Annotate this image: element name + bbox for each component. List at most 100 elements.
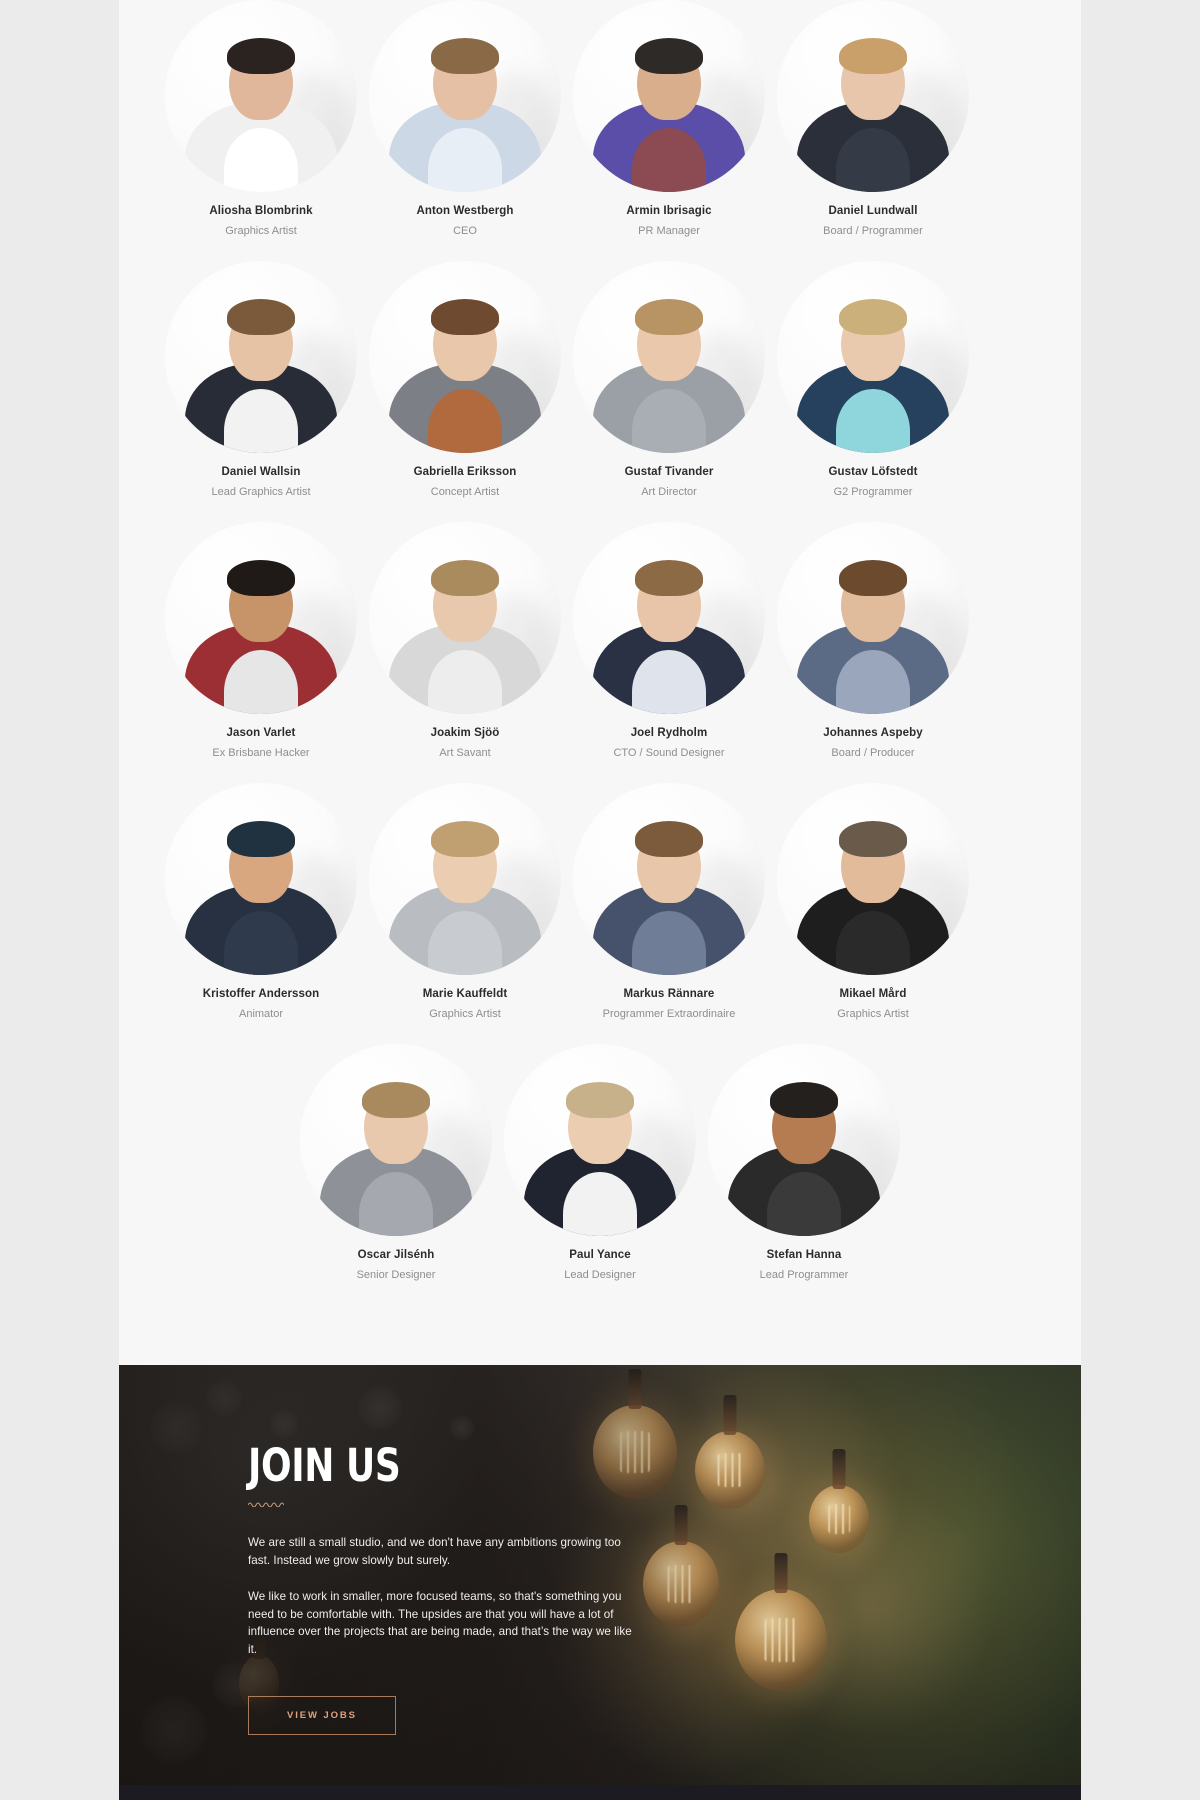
avatar-photo xyxy=(369,0,561,192)
member-role: Lead Designer xyxy=(564,1269,636,1281)
member-role: G2 Programmer xyxy=(833,486,913,498)
avatar xyxy=(369,783,561,975)
member-name: Oscar Jilsénh xyxy=(357,1249,435,1261)
avatar xyxy=(777,522,969,714)
member-role: Senior Designer xyxy=(356,1269,436,1281)
avatar xyxy=(165,261,357,453)
team-member-card[interactable]: Anton Westbergh CEO xyxy=(369,0,561,239)
member-name: Daniel Lundwall xyxy=(828,205,918,217)
site-footer: GAMESBLOGCULTUREJOBSSUPPORTSTORECONTACT … xyxy=(119,1785,1081,1800)
avatar xyxy=(708,1044,900,1236)
member-role: Graphics Artist xyxy=(429,1008,501,1020)
team-member-card[interactable]: Gustaf Tivander Art Director xyxy=(573,261,765,500)
team-member-card[interactable]: Armin Ibrisagic PR Manager xyxy=(573,0,765,239)
member-name: Kristoffer Andersson xyxy=(202,988,320,1000)
team-member-card[interactable]: Paul Yance Lead Designer xyxy=(504,1044,696,1283)
member-name: Gustaf Tivander xyxy=(624,466,714,478)
member-name: Aliosha Blombrink xyxy=(209,205,313,217)
join-us-paragraph-1: We are still a small studio, and we don'… xyxy=(248,1536,621,1567)
member-role: CTO / Sound Designer xyxy=(613,747,725,759)
avatar-photo xyxy=(369,522,561,714)
avatar xyxy=(165,0,357,192)
team-member-card[interactable]: Jason Varlet Ex Brisbane Hacker xyxy=(165,522,357,761)
member-role: PR Manager xyxy=(638,225,700,237)
team-member-card[interactable]: Daniel Wallsin Lead Graphics Artist xyxy=(165,261,357,500)
team-row: Kristoffer Andersson Animator Marie Kauffe… xyxy=(159,783,1041,1022)
avatar-photo xyxy=(369,783,561,975)
team-section: Aliosha Blombrink Graphics Artist Anton We… xyxy=(119,0,1081,1365)
avatar xyxy=(573,261,765,453)
team-member-card[interactable]: Johannes Aspeby Board / Producer xyxy=(777,522,969,761)
team-member-card[interactable]: Oscar Jilsénh Senior Designer xyxy=(300,1044,492,1283)
avatar xyxy=(165,522,357,714)
avatar xyxy=(369,522,561,714)
team-member-card[interactable]: Aliosha Blombrink Graphics Artist xyxy=(165,0,357,239)
team-row: Aliosha Blombrink Graphics Artist Anton We… xyxy=(159,0,1041,239)
team-member-card[interactable]: Gustav Löfstedt G2 Programmer xyxy=(777,261,969,500)
member-name: Mikael Mård xyxy=(839,988,907,1000)
avatar-photo xyxy=(777,261,969,453)
avatar xyxy=(369,0,561,192)
avatar-photo xyxy=(369,261,561,453)
join-us-content: JOIN US We are still a small studio, and… xyxy=(247,1439,638,1735)
member-role: Art Savant xyxy=(439,747,491,759)
squiggle-divider-icon xyxy=(247,1502,285,1508)
avatar-photo xyxy=(573,0,765,192)
avatar xyxy=(573,0,765,192)
join-us-section: JOIN US We are still a small studio, and… xyxy=(119,1365,1081,1785)
member-role: Programmer Extraordinaire xyxy=(602,1008,736,1020)
avatar-photo xyxy=(573,522,765,714)
member-name: Markus Rännare xyxy=(623,988,715,1000)
avatar xyxy=(573,783,765,975)
member-name: Joakim Sjöö xyxy=(430,727,500,739)
team-member-card[interactable]: Kristoffer Andersson Animator xyxy=(165,783,357,1022)
member-role: Ex Brisbane Hacker xyxy=(212,747,310,759)
team-member-card[interactable]: Joel Rydholm CTO / Sound Designer xyxy=(573,522,765,761)
member-name: Joel Rydholm xyxy=(630,727,708,739)
content-sheet: Aliosha Blombrink Graphics Artist Anton We… xyxy=(119,0,1081,1800)
member-role: Graphics Artist xyxy=(837,1008,909,1020)
member-name: Gabriella Eriksson xyxy=(413,466,517,478)
member-name: Johannes Aspeby xyxy=(823,727,923,739)
avatar-photo xyxy=(165,522,357,714)
member-role: CEO xyxy=(453,225,477,237)
join-us-paragraph-2: We like to work in smaller, more focused… xyxy=(248,1590,632,1656)
team-member-card[interactable]: Joakim Sjöö Art Savant xyxy=(369,522,561,761)
member-name: Anton Westbergh xyxy=(416,205,514,217)
team-member-card[interactable]: Markus Rännare Programmer Extraordinaire xyxy=(573,783,765,1022)
team-member-card[interactable]: Daniel Lundwall Board / Programmer xyxy=(777,0,969,239)
member-name: Jason Varlet xyxy=(226,727,296,739)
member-name: Paul Yance xyxy=(569,1249,631,1261)
view-jobs-button[interactable]: VIEW JOBS xyxy=(248,1696,396,1735)
member-role: Lead Graphics Artist xyxy=(211,486,311,498)
team-member-card[interactable]: Stefan Hanna Lead Programmer xyxy=(708,1044,900,1283)
member-role: Board / Programmer xyxy=(823,225,923,237)
avatar-photo xyxy=(300,1044,492,1236)
team-member-card[interactable]: Mikael Mård Graphics Artist xyxy=(777,783,969,1022)
member-role: Animator xyxy=(238,1008,284,1020)
team-member-card[interactable]: Marie Kauffeldt Graphics Artist xyxy=(369,783,561,1022)
avatar-photo xyxy=(573,783,765,975)
page-root: Aliosha Blombrink Graphics Artist Anton We… xyxy=(0,0,1200,1800)
avatar xyxy=(504,1044,696,1236)
avatar xyxy=(777,0,969,192)
member-role: Graphics Artist xyxy=(225,225,297,237)
avatar xyxy=(165,783,357,975)
member-name: Gustav Löfstedt xyxy=(828,466,918,478)
member-role: Art Director xyxy=(641,486,697,498)
avatar xyxy=(777,261,969,453)
join-us-heading: JOIN US xyxy=(248,1439,401,1492)
avatar-photo xyxy=(165,783,357,975)
avatar-photo xyxy=(165,0,357,192)
avatar xyxy=(369,261,561,453)
avatar xyxy=(300,1044,492,1236)
avatar xyxy=(777,783,969,975)
team-row: Daniel Wallsin Lead Graphics Artist Gabrie… xyxy=(159,261,1041,500)
avatar xyxy=(573,522,765,714)
member-role: Lead Programmer xyxy=(759,1269,849,1281)
avatar-photo xyxy=(777,0,969,192)
team-member-card[interactable]: Gabriella Eriksson Concept Artist xyxy=(369,261,561,500)
avatar-photo xyxy=(708,1044,900,1236)
member-role: Concept Artist xyxy=(430,486,500,498)
member-name: Marie Kauffeldt xyxy=(422,988,508,1000)
